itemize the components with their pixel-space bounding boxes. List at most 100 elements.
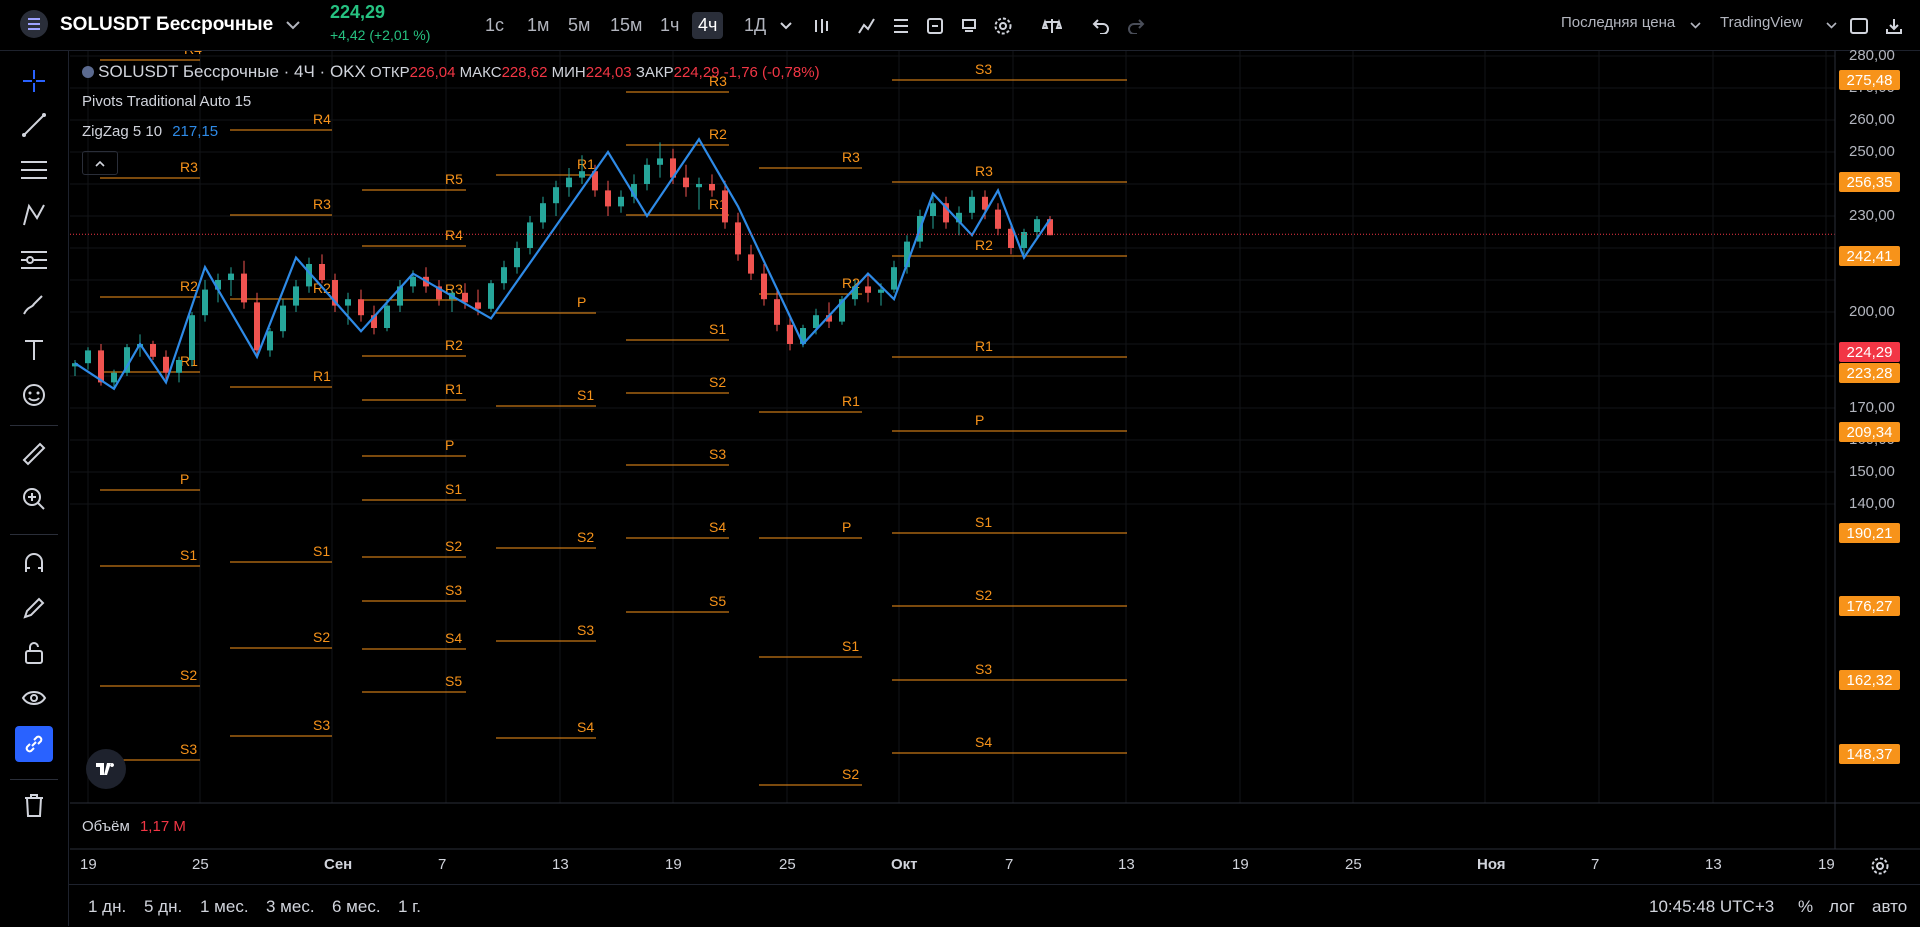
price-chart[interactable]: R4 R3 R2 R1 P S1 S2 S3 R4 R3 R2 R1 S1 S2 S3 R5 R4 R3 R2 R1 P…: [69, 51, 1920, 926]
legend-title[interactable]: SOLUSDT Бессрочные · 4Ч · OKX: [98, 62, 366, 81]
axis-settings-gear-icon[interactable]: [1870, 856, 1890, 881]
snapshot-icon[interactable]: [1880, 12, 1907, 39]
percent-toggle[interactable]: %: [1798, 897, 1813, 917]
interval-1s[interactable]: 1с: [479, 12, 510, 39]
pivot-label: S2: [577, 529, 594, 545]
eye-icon[interactable]: [15, 680, 53, 716]
candle-body: [111, 372, 117, 383]
range-1y[interactable]: 1 г.: [398, 897, 421, 917]
compare-scale-icon[interactable]: [1038, 12, 1065, 39]
candle-body: [202, 289, 208, 316]
time-axis-label: 25: [192, 856, 209, 873]
pivot-label: R1: [445, 381, 463, 397]
price-level-tag: 148,37: [1839, 744, 1900, 764]
redo-icon[interactable]: [1122, 12, 1149, 39]
pivot-label: R3: [313, 196, 331, 212]
pivot-label: R3: [180, 159, 198, 175]
candle-body: [176, 360, 182, 373]
auto-toggle[interactable]: авто: [1872, 897, 1907, 917]
open-label: ОТКР: [370, 64, 410, 81]
time-axis-label: 13: [552, 856, 569, 873]
replay-icon[interactable]: [955, 12, 982, 39]
indicator-pivots[interactable]: Pivots Traditional Auto 15: [82, 93, 251, 110]
candle-body: [241, 273, 247, 303]
emoji-icon[interactable]: [15, 377, 53, 413]
fib-retracement-icon[interactable]: [15, 152, 53, 188]
layout-selector[interactable]: TradingView: [1720, 14, 1803, 31]
lock-icon[interactable]: [15, 635, 53, 671]
interval-15m[interactable]: 15м: [604, 12, 648, 39]
pivot-label: R2: [180, 278, 198, 294]
tradingview-logo-icon[interactable]: [86, 749, 126, 789]
templates-icon[interactable]: [887, 12, 914, 39]
price-axis-label: 170,00: [1849, 399, 1895, 416]
interval-1d[interactable]: 1Д: [738, 12, 772, 39]
settings-gear-icon[interactable]: [989, 12, 1016, 39]
interval-1m[interactable]: 1м: [521, 12, 555, 39]
indicators-icon[interactable]: [853, 12, 880, 39]
price-type-selector[interactable]: Последняя цена: [1561, 14, 1675, 31]
clock[interactable]: 10:45:48 UTC+3: [1649, 897, 1774, 917]
candle-body: [410, 276, 416, 287]
legend-change: -1,76 (-0,78%): [723, 64, 820, 81]
price-axis-label: 280,00: [1849, 47, 1895, 64]
prediction-icon[interactable]: [15, 242, 53, 278]
brush-icon[interactable]: [15, 287, 53, 323]
lock-drawing-icon[interactable]: [15, 590, 53, 626]
pattern-icon[interactable]: [15, 197, 53, 233]
candle-body: [774, 299, 780, 325]
candle-body: [657, 158, 663, 165]
zoom-in-icon[interactable]: [15, 481, 53, 517]
candle-body: [488, 283, 494, 309]
chevron-down-icon[interactable]: [1818, 12, 1845, 39]
indicator-zigzag[interactable]: ZigZag 5 10 217,15: [82, 123, 218, 140]
range-3m[interactable]: 3 мес.: [266, 897, 315, 917]
price-level-tag: 190,21: [1839, 523, 1900, 543]
pivot-label: R3: [975, 163, 993, 179]
candle-body: [475, 302, 481, 309]
time-axis-label: 25: [1345, 856, 1362, 873]
time-axis-label: 19: [80, 856, 97, 873]
candle-body: [293, 286, 299, 306]
pivot-label: S4: [577, 719, 594, 735]
candle-body: [722, 190, 728, 223]
interval-dropdown-icon[interactable]: [772, 12, 799, 39]
crosshair-icon[interactable]: [15, 63, 53, 99]
chevron-down-icon[interactable]: [1682, 12, 1709, 39]
pivot-label: S1: [180, 547, 197, 563]
interval-4h[interactable]: 4ч: [692, 12, 724, 39]
chevron-down-icon[interactable]: [286, 0, 300, 50]
low-value: 224,03: [585, 64, 632, 81]
range-1d[interactable]: 1 дн.: [88, 897, 126, 917]
pivot-label: S3: [975, 61, 992, 77]
candle-body: [878, 289, 884, 293]
pivot-label: S4: [709, 519, 726, 535]
symbol-logo-icon[interactable]: [20, 10, 48, 38]
fullscreen-icon[interactable]: [1845, 12, 1872, 39]
pivot-label: P: [842, 519, 851, 535]
pivot-label: S1: [313, 543, 330, 559]
interval-1h[interactable]: 1ч: [654, 12, 685, 39]
symbol-name[interactable]: SOLUSDT Бессрочные: [60, 0, 273, 50]
ruler-icon[interactable]: [15, 436, 53, 472]
log-toggle[interactable]: лог: [1829, 897, 1855, 917]
chart-grid: [70, 51, 1835, 803]
candle-body: [696, 184, 702, 188]
text-icon[interactable]: [15, 332, 53, 368]
collapse-legend-button[interactable]: [82, 151, 118, 175]
time-axis-label: 19: [665, 856, 682, 873]
interval-5m[interactable]: 5м: [562, 12, 596, 39]
link-icon[interactable]: [15, 726, 53, 762]
chart-type-icon[interactable]: [807, 12, 834, 39]
undo-icon[interactable]: [1087, 12, 1114, 39]
range-5d[interactable]: 5 дн.: [144, 897, 182, 917]
candle-body: [761, 273, 767, 300]
range-6m[interactable]: 6 мес.: [332, 897, 381, 917]
pivot-label: S1: [577, 387, 594, 403]
magnet-icon[interactable]: [15, 545, 53, 581]
trend-line-icon[interactable]: [15, 107, 53, 143]
trash-icon[interactable]: [15, 788, 53, 824]
candle-body: [891, 267, 897, 290]
alert-icon[interactable]: [921, 12, 948, 39]
range-1m[interactable]: 1 мес.: [200, 897, 249, 917]
